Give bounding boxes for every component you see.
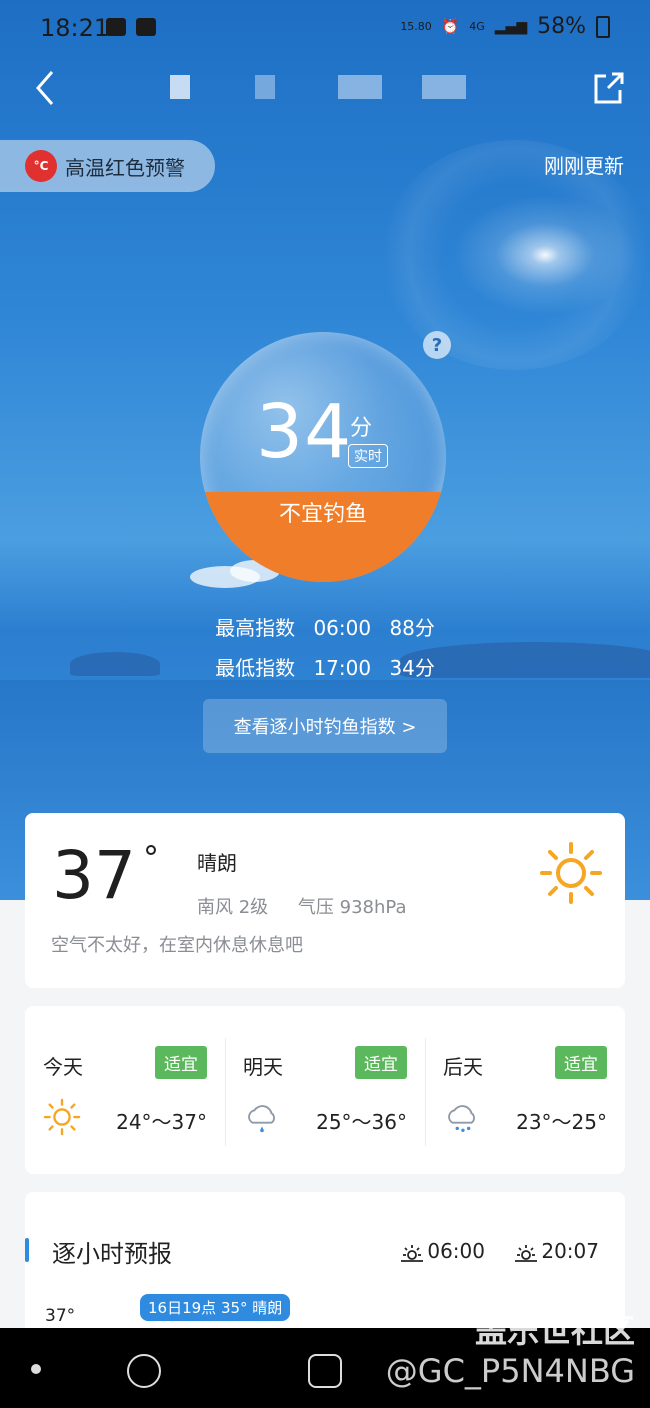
- network-type: 4G: [469, 20, 485, 33]
- day-label: 明天: [243, 1055, 283, 1079]
- chevron-left-icon: [36, 71, 54, 105]
- share-button[interactable]: [588, 68, 628, 108]
- score-unit: 分: [350, 416, 373, 441]
- location-title-blurred: [255, 75, 275, 99]
- help-button[interactable]: ?: [423, 331, 451, 359]
- hourly-fishing-index-button[interactable]: 查看逐小时钓鱼指数 >: [203, 699, 447, 753]
- current-temp: 37: [52, 837, 136, 914]
- sunrise-time: 06:00: [401, 1239, 485, 1263]
- temp-range: 23°～25°: [516, 1110, 607, 1134]
- weather-advice: 空气不太好，在室内休息休息吧: [51, 935, 303, 956]
- hourly-high-label: 37°: [45, 1306, 76, 1326]
- heat-alert[interactable]: °C 高温红色预警: [0, 140, 215, 192]
- location-title-blurred: [170, 75, 190, 99]
- forecast-day-after-tomorrow[interactable]: 后天 适宜 23°～25°: [425, 1006, 625, 1174]
- rain-cloud-icon: [248, 1105, 275, 1133]
- highest-value: 88分: [389, 616, 435, 640]
- day-label: 今天: [43, 1055, 83, 1079]
- highest-label: 最高指数: [215, 616, 296, 640]
- highest-index: 最高指数 06:00 88分: [0, 612, 650, 641]
- forecast-day-tomorrow[interactable]: 明天 适宜 25°～36°: [225, 1006, 425, 1174]
- nav-dot-icon[interactable]: [31, 1364, 41, 1374]
- sunset-icon: [515, 1244, 538, 1262]
- face-icon[interactable]: [308, 1354, 342, 1388]
- wind-pressure: 南风 2级 气压 938hPa: [197, 893, 406, 919]
- alert-text: 高温红色预警: [65, 155, 185, 180]
- suitability-tag: 适宜: [355, 1046, 407, 1079]
- pressure: 气压 938hPa: [297, 897, 407, 918]
- sunset-value: 20:07: [541, 1239, 599, 1263]
- realtime-badge: 实时: [348, 444, 388, 468]
- battery-icon: [596, 15, 610, 38]
- top-bar: [0, 60, 650, 120]
- hourly-tooltip: 16日19点 35° 晴朗: [140, 1294, 291, 1321]
- rain-cloud-icon: [448, 1105, 475, 1133]
- battery-level: 58%: [537, 14, 586, 39]
- degree-symbol: °: [143, 839, 159, 877]
- fishing-verdict: 不宜钓鱼: [278, 502, 367, 527]
- lowest-index: 最低指数 17:00 34分: [0, 652, 650, 681]
- suitability-tag: 适宜: [555, 1046, 607, 1079]
- lowest-time: 17:00: [313, 656, 372, 680]
- signal-icon: ▂▄▆: [494, 18, 528, 35]
- hourly-title: 逐小时预报: [52, 1240, 172, 1268]
- suitability-tag: 适宜: [155, 1046, 207, 1079]
- watermark-community: 盖乐世社区: [474, 1312, 635, 1350]
- lowest-value: 34分: [389, 656, 435, 680]
- alarm-icon: ⏰: [441, 18, 460, 35]
- current-weather-card: 37 ° 晴朗 南风 2级 气压 938hPa 空气不太好，在室内休息休息吧: [25, 813, 625, 988]
- fishing-score: 34: [256, 389, 353, 475]
- location-title-blurred: [338, 75, 382, 99]
- check-icon: [136, 18, 156, 36]
- alert-thermometer-icon: °C: [25, 150, 57, 182]
- location-title-blurred: [422, 75, 466, 99]
- forecast-day-today[interactable]: 今天 适宜 24°～37°: [25, 1006, 225, 1174]
- status-bar: 18:21 15.80 ⏰ 4G ▂▄▆ 58%: [0, 0, 650, 58]
- sun-icon: [540, 842, 602, 904]
- gallery-icon: [106, 18, 126, 36]
- temp-range: 25°～36°: [316, 1110, 407, 1134]
- sun-icon: [43, 1098, 81, 1136]
- sunrise-value: 06:00: [427, 1239, 485, 1263]
- forecast-card: 今天 适宜 24°～37° 明天 适宜 25°～36° 后天 适宜 23°～25…: [25, 1006, 625, 1174]
- share-icon: [594, 72, 624, 104]
- wind: 南风 2级: [197, 897, 269, 918]
- highest-time: 06:00: [313, 616, 372, 640]
- lowest-label: 最低指数: [215, 656, 296, 680]
- watermark-user: @GC_P5N4NBG: [385, 1352, 635, 1390]
- section-accent-bar: [25, 1238, 29, 1262]
- back-button[interactable]: [28, 68, 68, 108]
- current-condition: 晴朗: [197, 851, 237, 875]
- net-speed: 15.80: [400, 20, 432, 33]
- day-label: 后天: [443, 1055, 483, 1079]
- updated-status: 刚刚更新: [544, 154, 624, 178]
- temp-range: 24°～37°: [116, 1110, 207, 1134]
- sunset-time: 20:07: [515, 1239, 599, 1263]
- sun-glow-icon: [445, 190, 645, 320]
- emoji-icon[interactable]: [127, 1354, 161, 1388]
- sunrise-icon: [401, 1244, 424, 1262]
- status-time: 18:21: [40, 14, 110, 42]
